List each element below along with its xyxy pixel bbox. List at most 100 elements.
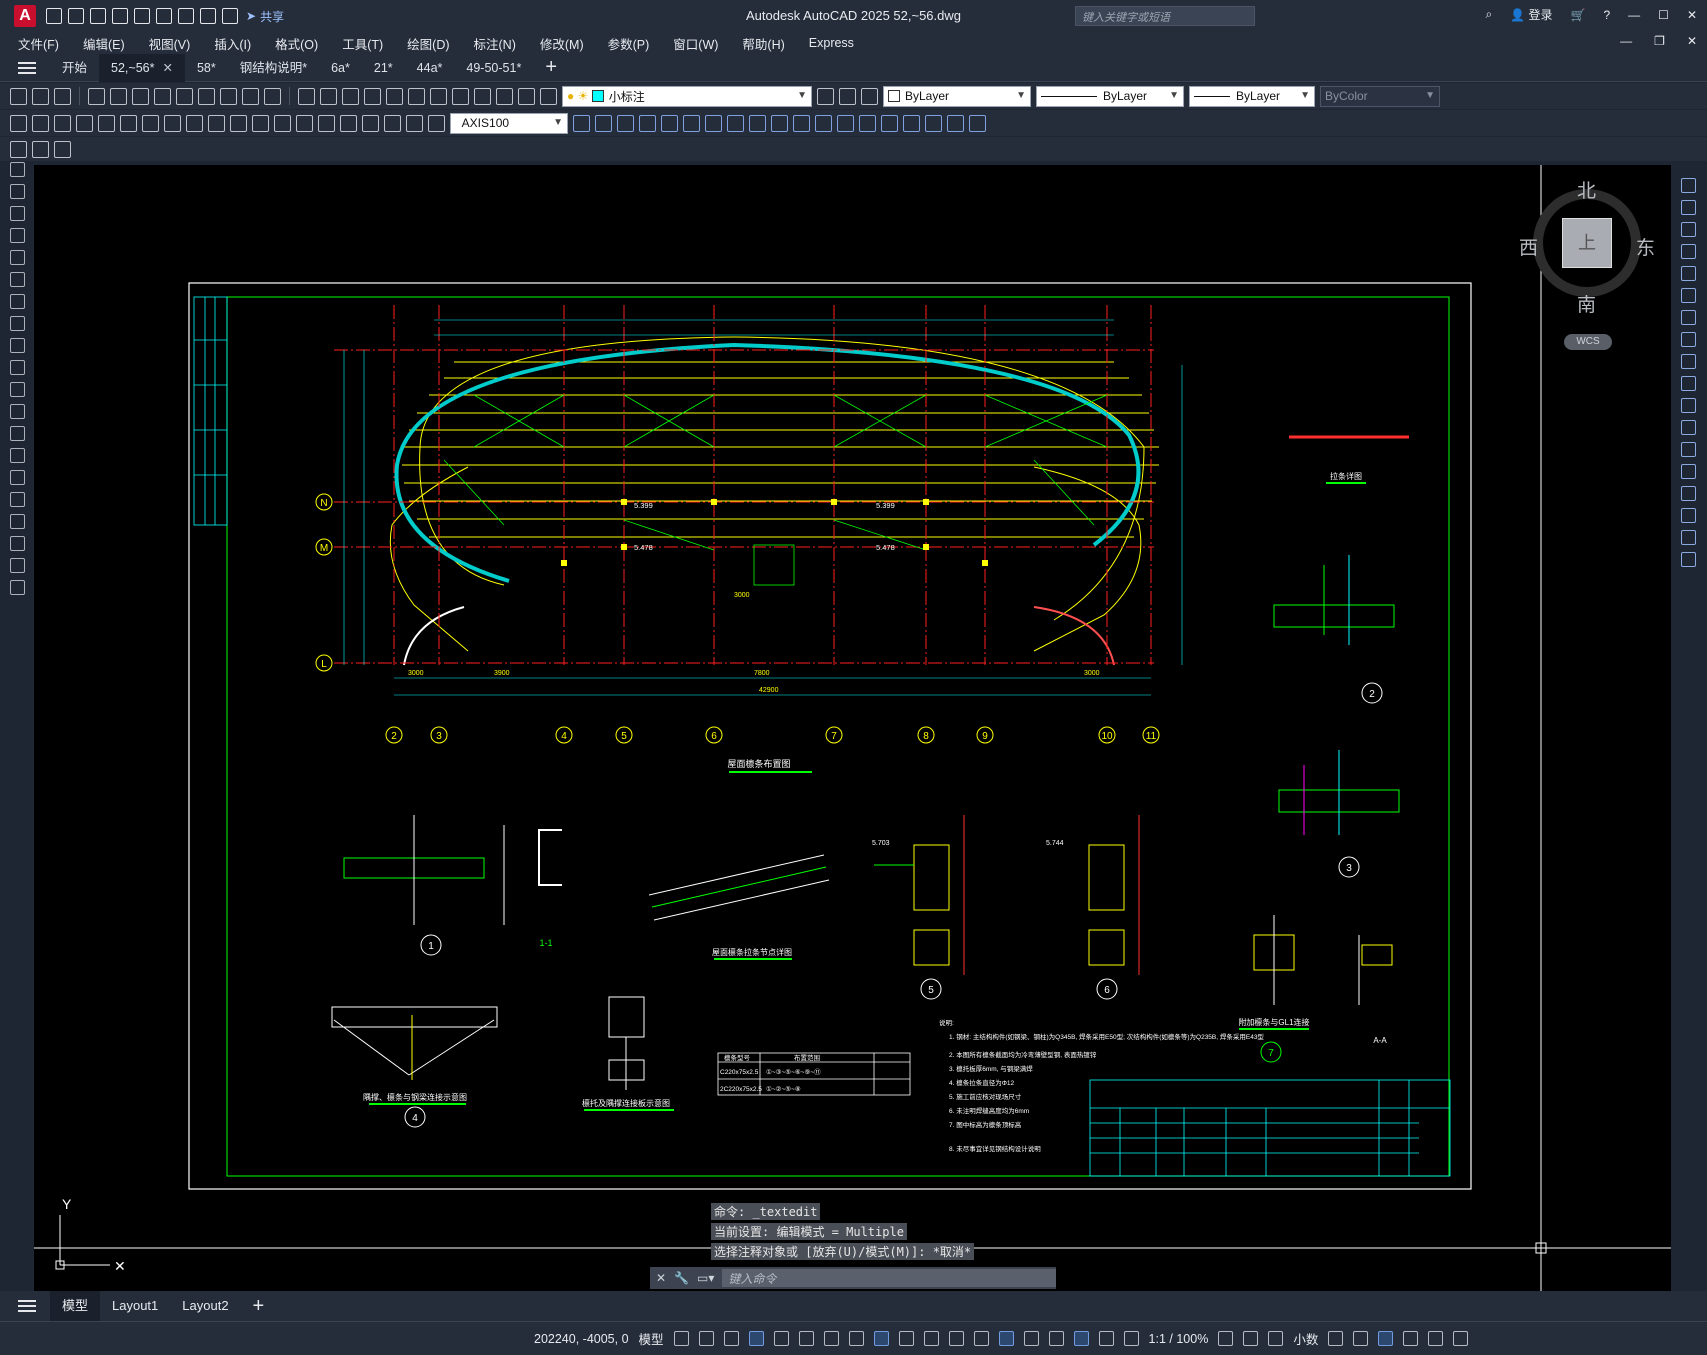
add-layout-icon[interactable]: + [253,1295,265,1318]
layer-dropdown[interactable]: ● ☀ 小标注 ▼ [562,85,812,107]
solid-intersect-icon[interactable] [617,114,634,132]
tab-model[interactable]: 模型 [50,1291,101,1321]
ellipse-arc-icon[interactable] [9,382,25,397]
extend-icon[interactable] [1680,398,1696,413]
menu-help[interactable]: 帮助(H) [742,34,798,53]
dim-break-icon[interactable] [274,114,291,132]
tab-layout2[interactable]: Layout2 [170,1291,240,1321]
tool-palettes-icon[interactable] [430,87,447,105]
save-icon[interactable] [54,87,71,105]
selection-filter-icon[interactable] [1023,1331,1039,1346]
autocad-logo-icon[interactable]: A [14,5,36,27]
publish-icon[interactable] [132,87,149,105]
search-icon[interactable]: ⌕ [1486,7,1493,22]
sheet-set-icon[interactable] [452,87,469,105]
aligned-dim-icon[interactable] [32,114,49,132]
undo-icon[interactable] [242,87,259,105]
pan-icon[interactable] [298,87,315,105]
offset-faces-icon[interactable] [683,114,700,132]
hamburger-menu-icon[interactable] [18,59,36,77]
save-as-icon[interactable] [112,8,128,24]
annotation-monitor-icon[interactable] [1243,1331,1259,1346]
infer-constraints-icon[interactable] [723,1331,739,1346]
maximize-button[interactable]: ☐ [1658,8,1669,22]
delete-faces-icon[interactable] [705,114,722,132]
clean-icon[interactable] [837,114,854,132]
offset-icon[interactable] [1680,244,1696,259]
paste-icon[interactable] [198,87,215,105]
undo-icon[interactable] [200,8,216,24]
drawing-canvas[interactable]: Y ✕ 3000 7800 3000 42900 3000 3900 5.399… [34,165,1671,1291]
zoom-window-icon[interactable] [342,87,359,105]
menu-window[interactable]: 窗口(W) [673,34,732,53]
lineweight-dropdown[interactable]: ByLayer ▼ [1189,85,1315,107]
stretch-icon[interactable] [1680,354,1696,369]
annotation-scale-value[interactable]: 1:1 / 100% [1149,1332,1209,1346]
layer-properties-icon[interactable] [540,87,557,105]
new-tab-icon[interactable]: + [545,56,557,79]
revision-cloud-icon[interactable] [9,316,25,331]
menu-express[interactable]: Express [809,36,868,50]
open-file-icon[interactable] [68,8,84,24]
transparency-icon[interactable] [923,1331,939,1346]
jogged-linear-icon[interactable] [362,114,379,132]
tab-44a[interactable]: 44a* [405,54,455,82]
linetype-dropdown[interactable]: ByLayer ▼ [1036,85,1184,107]
join-icon[interactable] [1680,464,1696,479]
grid-icon[interactable] [673,1331,689,1346]
tab-58[interactable]: 58* [185,54,228,82]
solid-union-icon[interactable] [573,114,590,132]
break-icon[interactable] [1680,442,1696,457]
menu-dimension[interactable]: 标注(N) [474,34,530,53]
diameter-icon[interactable] [142,114,159,132]
attribute-edit-icon[interactable] [10,140,27,158]
wcs-menu-button[interactable]: WCS [1564,334,1612,350]
add-selected-icon[interactable] [9,580,25,595]
solid-subtract-icon[interactable] [595,114,612,132]
menu-insert[interactable]: 插入(I) [214,34,265,53]
compass-east[interactable]: 东 [1636,233,1655,260]
cart-icon[interactable]: 🛒 [1571,8,1586,22]
graphics-performance-icon[interactable] [1403,1331,1419,1346]
isolate-objects-icon[interactable] [1378,1331,1394,1346]
arc-length-icon[interactable] [54,114,71,132]
object-snap-icon[interactable] [873,1331,889,1346]
customize-wrench-icon[interactable]: 🔧 [674,1271,689,1285]
copy-object-icon[interactable] [1680,200,1696,215]
snap-icon[interactable] [698,1331,714,1346]
scale-icon[interactable] [1680,332,1696,347]
ordinate-icon[interactable] [76,114,93,132]
close-command-icon[interactable]: ✕ [656,1271,666,1285]
cursor-coordinates[interactable]: 202240, -4005, 0 [534,1332,629,1346]
taper-faces-icon[interactable] [749,114,766,132]
make-current-icon[interactable] [817,87,834,105]
baseline-icon[interactable] [208,114,225,132]
share-button[interactable]: ➤ 共享 [246,8,284,25]
dynamic-input-icon[interactable] [748,1331,764,1346]
tab-49-50-51[interactable]: 49-50-51* [454,54,533,82]
check-icon[interactable] [903,114,920,132]
angular-icon[interactable] [164,114,181,132]
tab-52-56[interactable]: 52,~56* ✕ [99,53,185,82]
arc-icon[interactable] [9,272,25,287]
save-web-icon[interactable] [156,8,172,24]
dimstyle-dropdown[interactable]: AXIS100 ▼ [450,112,568,134]
tab-6a[interactable]: 6a* [319,54,362,82]
qnew-icon[interactable] [10,87,27,105]
gradient-icon[interactable] [9,492,25,507]
redo-icon[interactable] [222,8,238,24]
layout-menu-icon[interactable] [18,1297,36,1315]
point-icon[interactable] [9,448,25,463]
match-properties-icon[interactable] [220,87,237,105]
redo-icon[interactable] [264,87,281,105]
copy-faces-icon[interactable] [771,114,788,132]
polyline-icon[interactable] [9,206,25,221]
dim-edit-icon[interactable] [384,114,401,132]
linear-dim-icon[interactable] [10,114,27,132]
region-icon[interactable] [9,514,25,529]
recent-commands-icon[interactable]: ▭▾ [697,1271,714,1285]
menu-format[interactable]: 格式(O) [275,34,332,53]
open-icon[interactable] [32,87,49,105]
section-icon[interactable] [947,114,964,132]
annotation-visibility-icon[interactable] [1073,1331,1089,1346]
